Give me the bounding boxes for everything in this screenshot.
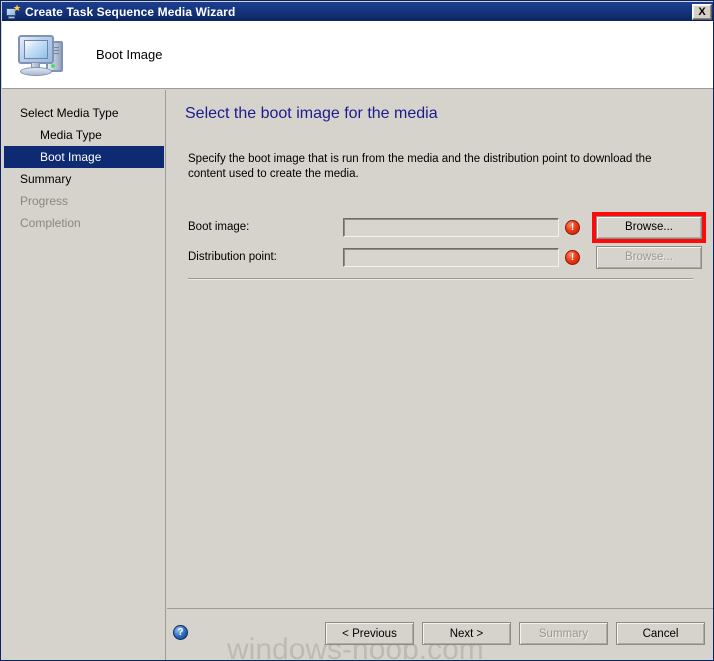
wizard-header: Boot Image	[2, 21, 713, 89]
previous-button[interactable]: < Previous	[325, 622, 414, 645]
footer-buttons: < Previous Next > Summary Cancel	[325, 622, 705, 645]
boot-image-label: Boot image:	[188, 221, 250, 233]
title-bar: ★ Create Task Sequence Media Wizard X	[2, 2, 713, 21]
wizard-window: ★ Create Task Sequence Media Wizard X Bo…	[0, 0, 714, 661]
distribution-point-label: Distribution point:	[188, 251, 277, 263]
content-description: Specify the boot image that is run from …	[188, 153, 652, 180]
distribution-point-browse-wrap: Browse...	[580, 245, 702, 269]
computer-icon	[16, 29, 72, 81]
wizard-media-icon: ★	[5, 3, 21, 20]
summary-button: Summary	[519, 622, 608, 645]
window-title: Create Task Sequence Media Wizard	[25, 4, 236, 19]
distribution-point-row: Distribution point: Browse...	[188, 242, 702, 272]
sidebar-item-select-media-type[interactable]: Select Media Type	[2, 102, 165, 124]
content-heading: Select the boot image for the media	[185, 105, 438, 122]
sidebar-item-completion: Completion	[20, 216, 81, 230]
content-pane: Select the boot image for the media Spec…	[167, 90, 713, 609]
distribution-point-input[interactable]	[343, 247, 559, 267]
section-divider	[188, 278, 693, 280]
wizard-step-list: Select Media Type Media Type Boot Image …	[2, 90, 166, 660]
close-icon[interactable]: X	[692, 3, 712, 20]
distribution-point-browse-button: Browse...	[596, 245, 702, 269]
page-title: Boot Image	[96, 47, 163, 62]
sidebar-item-boot-image[interactable]: Boot Image	[4, 146, 164, 168]
boot-image-row: Boot image: Browse...	[188, 211, 706, 243]
footer-bar: windows-noob.com < Previous Next > Summa…	[167, 610, 713, 660]
sidebar-item-progress: Progress	[20, 194, 69, 208]
form-fields: Boot image: Browse... Distribution point…	[188, 211, 706, 272]
boot-image-browse-wrap: Browse...	[580, 211, 706, 243]
cancel-button[interactable]: Cancel	[616, 622, 705, 645]
boot-image-input[interactable]	[343, 217, 559, 237]
error-icon	[565, 219, 580, 235]
error-icon	[565, 249, 580, 265]
sidebar-item-media-type[interactable]: Media Type	[2, 124, 165, 146]
help-icon[interactable]	[173, 625, 188, 640]
boot-image-browse-button[interactable]: Browse...	[596, 215, 702, 239]
next-button[interactable]: Next >	[422, 622, 511, 645]
sidebar-item-summary[interactable]: Summary	[2, 168, 165, 190]
